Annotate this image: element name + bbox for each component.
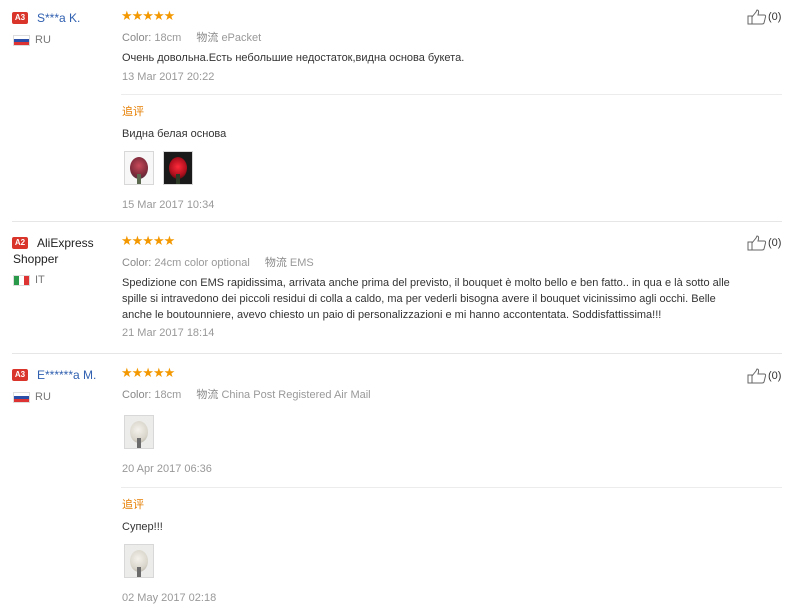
color-value: 18cm [154, 32, 182, 44]
divider [121, 487, 782, 488]
review-photo-thumbnail[interactable] [124, 544, 154, 578]
buyer-name-line2: Shopper [13, 252, 59, 266]
buyer-country: RU [35, 391, 51, 403]
review-text-line: anche le boutounniere, avevo chiesto un … [122, 309, 662, 321]
helpful-count: (0) [768, 370, 782, 382]
review-divider [12, 353, 782, 354]
buyer-level-badge: A3 [12, 12, 28, 24]
buyer-name-line1: AliExpress [37, 236, 94, 250]
review-divider [12, 221, 782, 222]
review-date: 20 Apr 2017 06:36 [122, 463, 212, 475]
thumbs-up-icon [747, 368, 767, 384]
color-value: 18cm [154, 389, 182, 401]
followup-date: 15 Mar 2017 10:34 [122, 199, 215, 211]
review-meta: Color: 24cm color optional 物流 EMS [122, 254, 314, 270]
helpful-count: (0) [768, 237, 782, 249]
shipping-label: 物流 [196, 32, 219, 44]
thumbs-up-icon [747, 235, 767, 251]
review-meta: Color: 18cm 物流 ePacket [122, 29, 261, 45]
helpful-count: (0) [768, 11, 782, 23]
buyer-level-badge: A2 [12, 237, 28, 249]
followup-text: Видна белая основа [122, 128, 227, 140]
shipping-value: EMS [289, 257, 314, 269]
color-label: Color: [122, 257, 152, 269]
shipping-label: 物流 [264, 257, 287, 269]
shipping-value: ePacket [221, 32, 262, 44]
buyer-name[interactable]: E******a M. [37, 368, 96, 382]
flag-icon-ru [13, 392, 30, 403]
buyer-name[interactable]: S***a K. [37, 11, 80, 25]
review-date: 13 Mar 2017 20:22 [122, 71, 215, 83]
shipping-label: 物流 [196, 389, 219, 401]
review-photo-thumbnail[interactable] [124, 415, 154, 449]
helpful-button[interactable]: (0) [747, 368, 785, 384]
review-text-line: Spedizione con EMS rapidissima, arrivata… [122, 277, 730, 289]
star-rating: ★★★★★ [121, 8, 175, 23]
followup-label: 追评 [122, 106, 144, 118]
flag-icon-ru [13, 35, 30, 46]
buyer-country: IT [35, 274, 45, 286]
star-rating: ★★★★★ [121, 233, 175, 248]
color-value: 24cm color optional [154, 257, 250, 269]
followup-text: Супер!!! [122, 521, 163, 533]
review-text-line: spille si intravedono dei piccoli residu… [122, 293, 716, 305]
review-photo-thumbnail[interactable] [163, 151, 193, 185]
helpful-button[interactable]: (0) [747, 9, 785, 25]
shipping-value: China Post Registered Air Mail [221, 389, 371, 401]
flag-icon-it [13, 275, 30, 286]
thumbs-up-icon [747, 9, 767, 25]
review-date: 21 Mar 2017 18:14 [122, 327, 215, 339]
buyer-level-badge: A3 [12, 369, 28, 381]
review-photo-thumbnail[interactable] [124, 151, 154, 185]
buyer-country: RU [35, 34, 51, 46]
followup-date: 02 May 2017 02:18 [122, 592, 217, 604]
divider [121, 94, 782, 95]
review-text: Очень довольна.Есть небольшие недостаток… [122, 52, 465, 64]
followup-label: 追评 [122, 499, 144, 511]
star-rating: ★★★★★ [121, 365, 175, 380]
color-label: Color: [122, 389, 152, 401]
review-meta: Color: 18cm 物流 China Post Registered Air… [122, 386, 371, 402]
color-label: Color: [122, 32, 152, 44]
helpful-button[interactable]: (0) [747, 235, 785, 251]
